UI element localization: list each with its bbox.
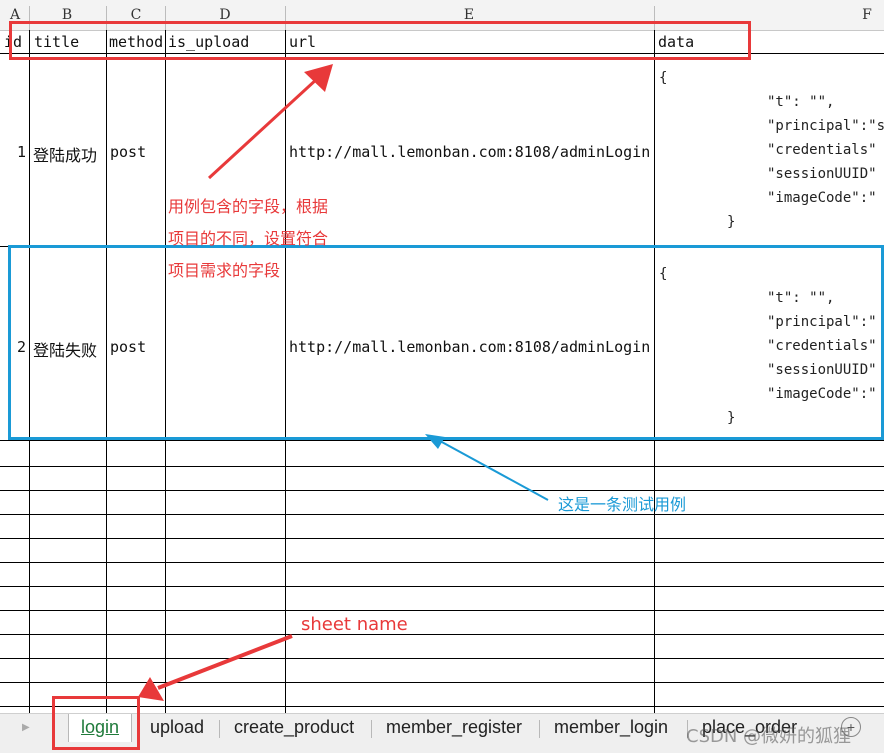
tab-create-product[interactable]: create_product	[222, 714, 366, 742]
tab-upload[interactable]: upload	[138, 714, 216, 742]
tab-member-login[interactable]: member_login	[542, 714, 680, 742]
spreadsheet-grid: A B C D E F id title method is_upload ur…	[0, 0, 884, 713]
watermark-text: CSDN @微妍的狐狸	[686, 726, 852, 747]
annotation-arrows	[138, 64, 549, 701]
tab-scroll-arrow-icon[interactable]: ▶	[22, 722, 30, 733]
sheet-tab-highlight-box	[52, 696, 140, 750]
tab-member-register[interactable]: member_register	[374, 714, 534, 742]
